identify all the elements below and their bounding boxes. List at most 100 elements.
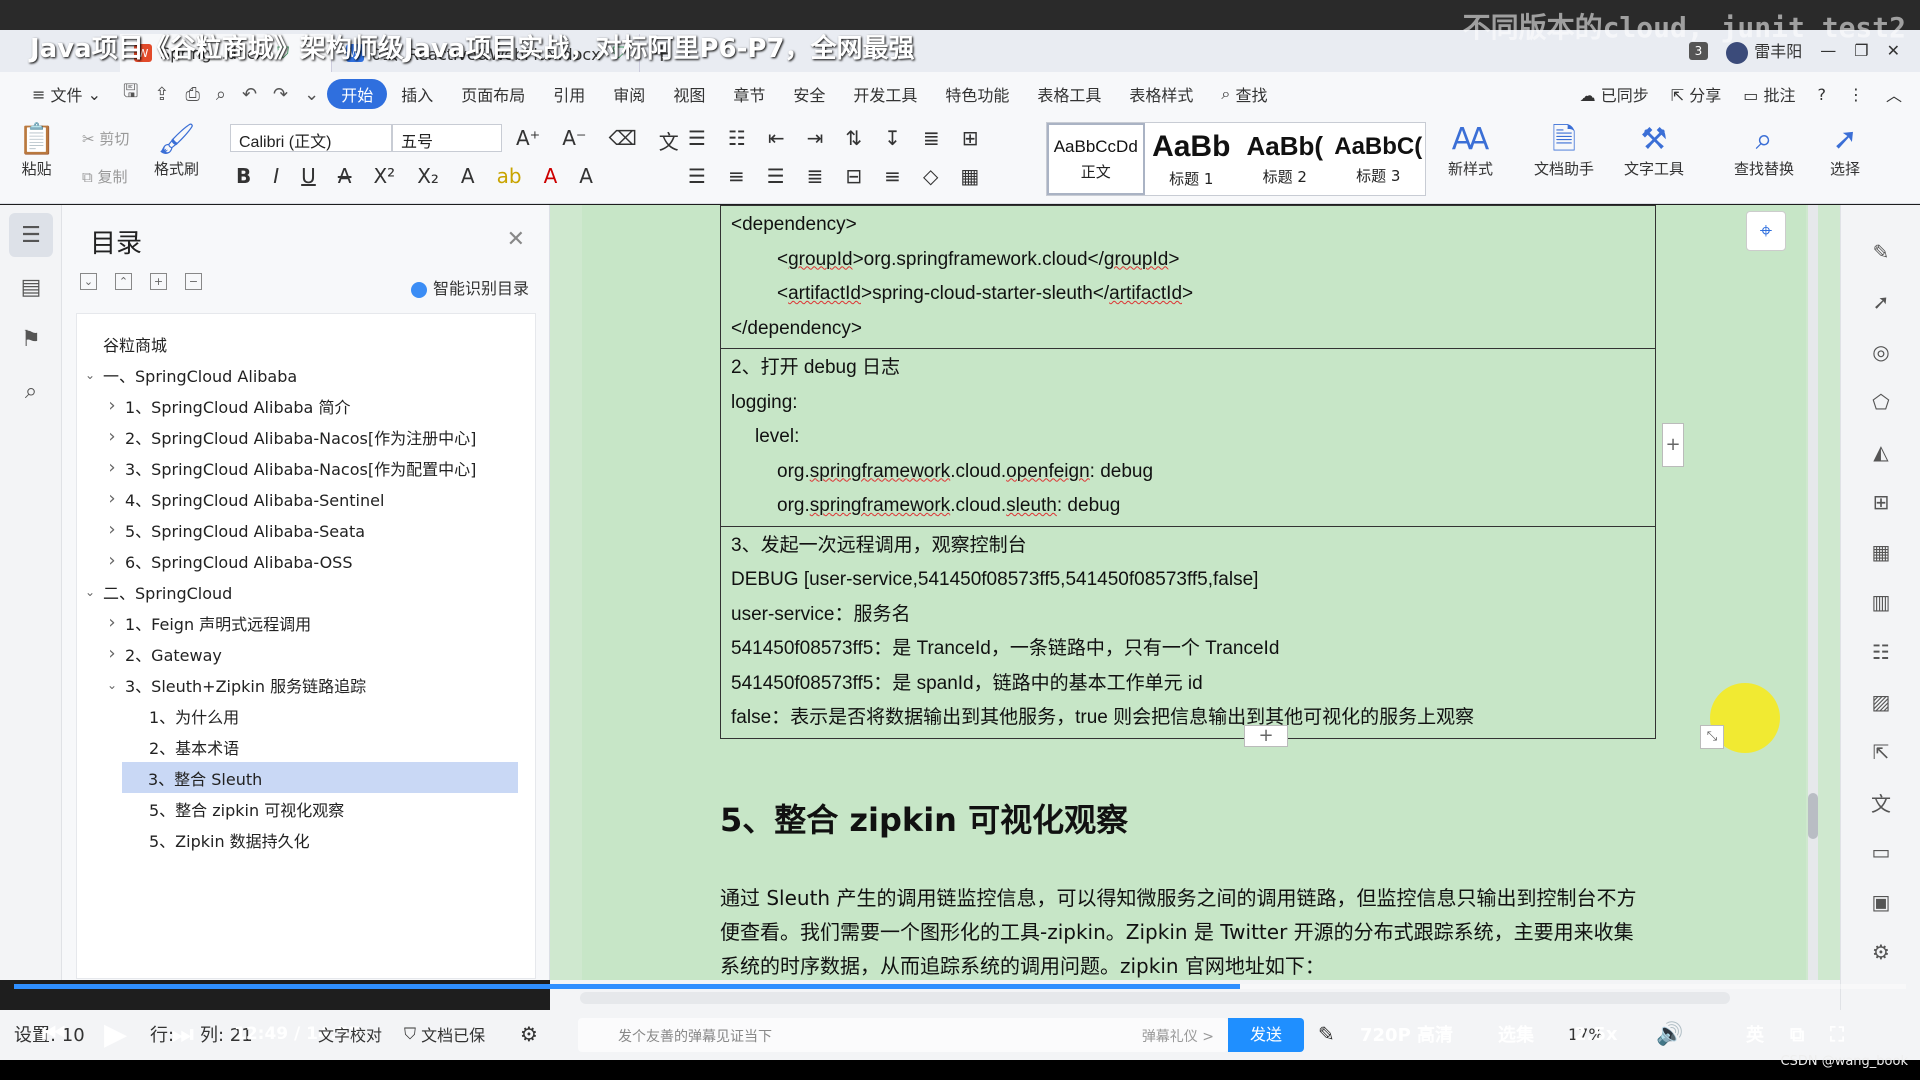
pages-icon[interactable]: ▤: [9, 265, 53, 309]
edit-pen-icon[interactable]: ✎: [1841, 227, 1920, 277]
toc-item[interactable]: › 2、SpringCloud Alibaba-Nacos[作为注册中心]: [77, 421, 535, 452]
chevron-right-icon[interactable]: ›: [103, 488, 121, 509]
line-spacing-icon[interactable]: ≣: [923, 126, 940, 150]
toc-item[interactable]: 2、基本术语: [77, 731, 535, 762]
danmaku-toggle-icon[interactable]: ⚙: [520, 1014, 538, 1054]
table-icon[interactable]: ⊞: [962, 126, 979, 150]
video-progress-played[interactable]: [14, 984, 1240, 989]
shapes-icon[interactable]: ⬠: [1841, 377, 1920, 427]
save-icon[interactable]: 🖫: [115, 79, 146, 109]
fullscreen-icon[interactable]: ⛶: [1830, 1014, 1844, 1054]
font-size-select[interactable]: 五号: [392, 124, 502, 152]
toc-item[interactable]: 1、为什么用: [77, 700, 535, 731]
fill-icon[interactable]: ◭: [1841, 427, 1920, 477]
add-heading-icon[interactable]: +: [150, 273, 167, 290]
distribute-icon[interactable]: ⊟: [845, 164, 862, 188]
clear-format-icon[interactable]: ⌫: [609, 126, 637, 155]
add-column-button[interactable]: +: [1662, 423, 1684, 467]
next-icon[interactable]: ⏭: [172, 1014, 194, 1054]
print-icon[interactable]: ⎙: [177, 84, 207, 105]
export-icon[interactable]: ⇪: [146, 84, 177, 105]
menu-tab-sections[interactable]: 章节: [719, 79, 779, 109]
expand-table-icon[interactable]: ⤡: [1700, 725, 1724, 749]
chevron-down-icon[interactable]: ⌄: [103, 678, 121, 692]
comment-button[interactable]: ▭ 批注: [1743, 82, 1795, 106]
font-effect-icon[interactable]: A: [461, 164, 475, 188]
toc-panel-icon[interactable]: ☰: [9, 213, 53, 257]
spacing-icon[interactable]: ≡: [884, 164, 901, 188]
pointer-icon[interactable]: ➚: [1841, 277, 1920, 327]
menu-tab-home[interactable]: 开始: [327, 79, 388, 109]
archive-icon[interactable]: ▭: [1841, 827, 1920, 877]
text-tools-button[interactable]: ⚒ 文字工具: [1624, 122, 1684, 179]
toc-item[interactable]: ⌄ 3、Sleuth+Zipkin 服务链路追踪: [77, 669, 535, 700]
document-page[interactable]: <dependency> <groupId>org.springframewor…: [582, 205, 1806, 980]
text-direction-icon[interactable]: ⇅: [845, 126, 862, 150]
doc-assistant-button[interactable]: 🗎 文档助手: [1534, 122, 1594, 179]
toc-item[interactable]: › 5、SpringCloud Alibaba-Seata: [77, 514, 535, 545]
toc-item[interactable]: › 2、Gateway: [77, 638, 535, 669]
horizontal-scrollbar[interactable]: [580, 992, 1730, 1004]
table-cell-dependency[interactable]: <dependency> <groupId>org.springframewor…: [720, 205, 1656, 349]
chevron-right-icon[interactable]: ›: [103, 457, 121, 478]
shading-icon[interactable]: ◇: [923, 164, 938, 188]
table-cell-debug-log[interactable]: 2、打开 debug 日志 logging: level: org.spring…: [720, 348, 1656, 527]
menu-tab-references[interactable]: 引用: [539, 79, 599, 109]
location-pin-icon[interactable]: ⌖: [1746, 211, 1786, 251]
close-icon[interactable]: ✕: [507, 227, 525, 252]
subscript-icon[interactable]: X₂: [417, 164, 439, 188]
underline-icon[interactable]: U: [301, 164, 316, 188]
menu-tab-insert[interactable]: 插入: [387, 79, 447, 109]
toc-item[interactable]: › 6、SpringCloud Alibaba-OSS: [77, 545, 535, 576]
prev-icon[interactable]: ⏮: [42, 1014, 65, 1054]
font-family-select[interactable]: Calibri (正文): [230, 124, 392, 152]
remove-heading-icon[interactable]: −: [185, 273, 202, 290]
sync-button[interactable]: ☁ 已同步: [1580, 82, 1649, 106]
chevron-down-icon[interactable]: ⌄: [81, 585, 99, 599]
decrease-indent-icon[interactable]: ⇤: [768, 126, 785, 150]
toc-item[interactable]: › 1、SpringCloud Alibaba 简介: [77, 390, 535, 421]
redo-icon[interactable]: ↷: [265, 84, 296, 105]
customize-icon[interactable]: ⌄: [296, 84, 327, 105]
image-icon[interactable]: ▨: [1841, 677, 1920, 727]
ime-lang[interactable]: 英: [1746, 1014, 1764, 1054]
grow-font-icon[interactable]: A⁺: [516, 126, 540, 155]
settings-icon[interactable]: ⚙: [1841, 927, 1920, 977]
find-replace-button[interactable]: ⌕ 查找替换: [1734, 122, 1794, 179]
danmaku-input[interactable]: 发个友善的弹幕见证当下 弹幕礼仪 >: [578, 1018, 1228, 1052]
share-button[interactable]: ⇱ 分享: [1671, 82, 1722, 106]
menu-search[interactable]: ⌕ 查找: [1207, 79, 1281, 109]
danmaku-etiquette-link[interactable]: 弹幕礼仪 >: [1142, 1026, 1214, 1046]
apps-icon[interactable]: ▦: [1841, 527, 1920, 577]
collapse-all-icon[interactable]: ⌄: [80, 273, 97, 290]
style-heading-3[interactable]: AaBbC( 标题 3: [1332, 123, 1426, 195]
menu-tab-table-style[interactable]: 表格样式: [1115, 79, 1207, 109]
chevron-right-icon[interactable]: ›: [103, 643, 121, 664]
menu-tab-page-layout[interactable]: 页面布局: [447, 79, 539, 109]
numbering-icon[interactable]: ☷: [728, 126, 746, 150]
bookmark-icon[interactable]: ⚑: [9, 317, 53, 361]
new-style-button[interactable]: Ꜳ 新样式: [1448, 122, 1493, 179]
justify-icon[interactable]: ≣: [807, 164, 824, 188]
menu-tab-security[interactable]: 安全: [779, 79, 839, 109]
toc-item[interactable]: 5、整合 zipkin 可视化观察: [77, 793, 535, 824]
text-check[interactable]: 文字校对: [318, 1014, 382, 1054]
toc-item[interactable]: 谷粒商城: [77, 328, 535, 359]
pen-icon[interactable]: ✎: [1318, 1014, 1335, 1054]
quality-select[interactable]: 720P 高清: [1360, 1014, 1453, 1054]
chevron-right-icon[interactable]: ›: [103, 612, 121, 633]
print-preview-icon[interactable]: ⌕: [208, 84, 234, 105]
style-heading-2[interactable]: AaBb( 标题 2: [1238, 123, 1332, 195]
format-painter-button[interactable]: 🖌 格式刷: [154, 122, 199, 179]
chevron-right-icon[interactable]: ›: [103, 550, 121, 571]
toc-item[interactable]: 5、Zipkin 数据持久化: [77, 824, 535, 855]
paste-button[interactable]: 📋 粘贴: [18, 122, 55, 179]
style-heading-1[interactable]: AaBb 标题 1: [1145, 123, 1239, 195]
menu-tab-developer[interactable]: 开发工具: [839, 79, 931, 109]
sliders-icon[interactable]: ☷: [1841, 627, 1920, 677]
select-button[interactable]: ➚ 选择: [1830, 122, 1860, 179]
align-right-icon[interactable]: ☰: [767, 164, 785, 188]
expand-all-icon[interactable]: ⌃: [115, 273, 132, 290]
chevron-right-icon[interactable]: ›: [103, 426, 121, 447]
borders-icon[interactable]: ▦: [960, 164, 979, 188]
